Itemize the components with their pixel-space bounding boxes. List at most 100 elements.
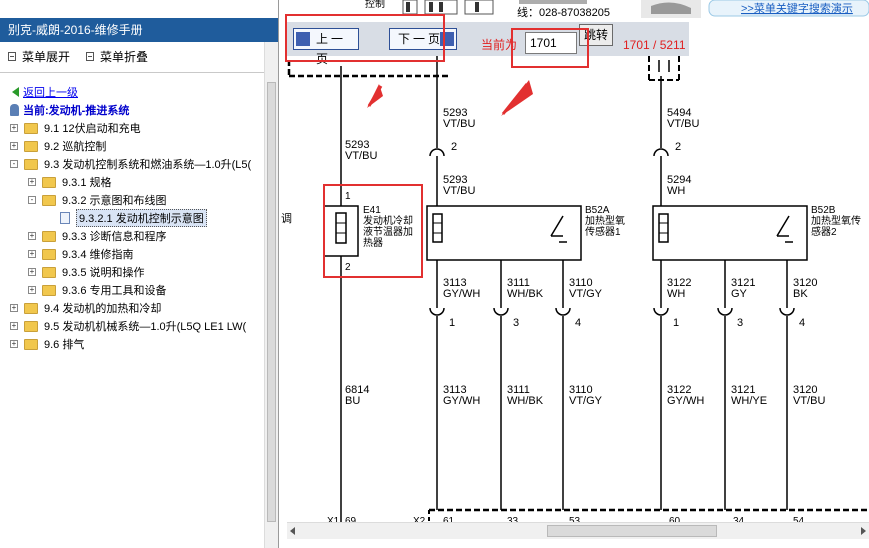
tree-item[interactable]: +9.3.4 维修指南: [28, 246, 134, 262]
folder-icon: [42, 284, 56, 296]
connector-symbol: [555, 307, 571, 316]
component-ref: B52B: [811, 205, 836, 216]
tree-item-label: 9.3.1 规格: [62, 177, 112, 189]
connector-symbol: [779, 307, 795, 316]
folder-icon: [42, 194, 56, 206]
expand-toggle-icon[interactable]: +: [10, 124, 18, 132]
wire-color: VT/BU: [443, 185, 475, 197]
location-icon: [10, 104, 19, 116]
horizontal-scrollbar[interactable]: [287, 522, 869, 539]
left-panel: 别克-威朗-2016-维修手册 菜单展开 菜单折叠 返回上一级 当前:发动机-推…: [0, 0, 279, 548]
folder-icon: [24, 320, 38, 332]
expand-toggle-icon[interactable]: +: [10, 304, 18, 312]
component-name: 感器2: [811, 225, 837, 238]
wire-label: VT/GY: [569, 288, 603, 300]
folder-icon: [24, 122, 38, 134]
expand-toggle-icon[interactable]: +: [28, 178, 36, 186]
wire-color: VT/BU: [667, 118, 699, 130]
back-link[interactable]: 返回上一级: [12, 84, 78, 100]
tree-item[interactable]: +9.5 发动机机械系统—1.0升(L5Q LE1 LW(: [10, 318, 246, 334]
wire-label: GY/WH: [443, 395, 480, 407]
collapse-toggle-icon[interactable]: -: [10, 160, 18, 168]
tree-item[interactable]: +9.3.6 专用工具和设备: [28, 282, 167, 298]
annotation-box: [323, 184, 423, 278]
wire-label: 1: [449, 317, 455, 329]
tree-item-label: 9.6 排气: [44, 339, 85, 351]
tree-item[interactable]: - 9.3.2 示意图和布线图: [28, 192, 167, 208]
header-control-text: 控制: [365, 0, 385, 10]
tree-item[interactable]: +9.3.3 诊断信息和程序: [28, 228, 167, 244]
tree-item-label: 9.3.2.1 发动机控制示意图: [76, 209, 207, 227]
connector-symbol: [429, 307, 445, 316]
component-ref: B52A: [585, 205, 610, 216]
scroll-right-icon[interactable]: [861, 527, 866, 535]
sensor-wires-a: 3113GY/WH13113GY/WH3111WH/BK33111WH/BK31…: [429, 260, 603, 510]
folder-icon: [24, 338, 38, 350]
scrollbar-thumb[interactable]: [547, 525, 717, 537]
connector-symbol: [717, 307, 733, 316]
tree-item[interactable]: +9.6 排气: [10, 336, 84, 352]
tree-item[interactable]: 9.3.2.1 发动机控制示意图: [46, 209, 207, 227]
tree-item[interactable]: +9.3.1 规格: [28, 174, 112, 190]
annotation-box: [285, 14, 445, 62]
wire-label: WH/BK: [507, 395, 544, 407]
tree-item-label: 9.4 发动机的加热和冷却: [44, 303, 162, 315]
component-name: 传感器1: [585, 225, 621, 238]
document-icon: [60, 212, 70, 224]
wire-color: VT/BU: [345, 150, 377, 162]
tree-item-label: 9.5 发动机机械系统—1.0升(L5Q LE1 LW(: [44, 321, 247, 333]
wire-label: GY/WH: [443, 288, 480, 300]
connector-pin: 2: [675, 141, 681, 153]
keyword-search-link[interactable]: >>菜单关键字搜索演示: [741, 1, 853, 15]
wire-label: GY/WH: [667, 395, 704, 407]
scroll-left-icon[interactable]: [290, 527, 295, 535]
expand-toggle-icon[interactable]: +: [28, 250, 36, 258]
expand-toggle-icon[interactable]: +: [10, 142, 18, 150]
page-count: 1701 / 5211: [623, 38, 686, 52]
folder-icon: [42, 266, 56, 278]
annotation-box: [511, 28, 589, 68]
expand-toggle-icon[interactable]: +: [10, 322, 18, 330]
wire-label: 3: [513, 317, 519, 329]
expand-toggle-icon[interactable]: +: [28, 232, 36, 240]
menu-collapse-button[interactable]: 菜单折叠: [86, 48, 148, 65]
back-link-label: 返回上一级: [23, 87, 78, 99]
wire-label: 4: [575, 317, 581, 329]
tree-item-label: 9.3 发动机控制系统和燃油系统—1.0升(L5(: [44, 159, 252, 171]
connector-symbol: [493, 307, 509, 316]
component-name: 加热型氧: [585, 214, 625, 227]
tree-item[interactable]: - 9.3 发动机控制系统和燃油系统—1.0升(L5(: [10, 156, 251, 172]
wire-label: 4: [799, 317, 805, 329]
expand-toggle-icon[interactable]: +: [10, 340, 18, 348]
menu-expand-label: 菜单展开: [22, 50, 71, 64]
tree-item-label: 9.3.5 说明和操作: [62, 267, 145, 279]
wire-label: 3: [737, 317, 743, 329]
tree-item-label: 9.1 12伏启动和充电: [44, 123, 141, 135]
header-phone-text: 线：028-87038205: [517, 5, 610, 19]
menu-ops: 菜单展开 菜单折叠: [8, 48, 148, 65]
current-location-label: 当前:发动机-推进系统: [23, 105, 130, 117]
wire-label: WH/BK: [507, 288, 544, 300]
back-arrow-icon: [12, 87, 19, 97]
tree-item[interactable]: +9.1 12伏启动和充电: [10, 120, 141, 136]
collapse-icon: [86, 52, 95, 61]
scrollbar-thumb[interactable]: [267, 82, 276, 522]
wire-label: VT/GY: [569, 395, 603, 407]
folder-icon: [24, 158, 38, 170]
wire-label: WH/YE: [731, 395, 767, 407]
collapse-toggle-icon[interactable]: -: [28, 196, 36, 204]
tree-item[interactable]: +9.2 巡航控制: [10, 138, 106, 154]
wire-color: VT/BU: [443, 118, 475, 130]
left-vertical-scrollbar[interactable]: [264, 42, 278, 548]
tree-item[interactable]: +9.4 发动机的加热和冷却: [10, 300, 161, 316]
expand-toggle-icon[interactable]: +: [28, 286, 36, 294]
wire-color: BU: [345, 395, 360, 407]
folder-icon: [42, 176, 56, 188]
connector-pin: 2: [451, 141, 457, 153]
folder-icon: [24, 140, 38, 152]
menu-expand-button[interactable]: 菜单展开: [8, 48, 70, 65]
component-name: 加热型氧传: [811, 214, 861, 227]
expand-toggle-icon[interactable]: +: [28, 268, 36, 276]
tree-item[interactable]: +9.3.5 说明和操作: [28, 264, 145, 280]
sensor-wires-b: 3122WH13122GY/WH3121GY33121WH/YE3120BK43…: [653, 260, 825, 510]
